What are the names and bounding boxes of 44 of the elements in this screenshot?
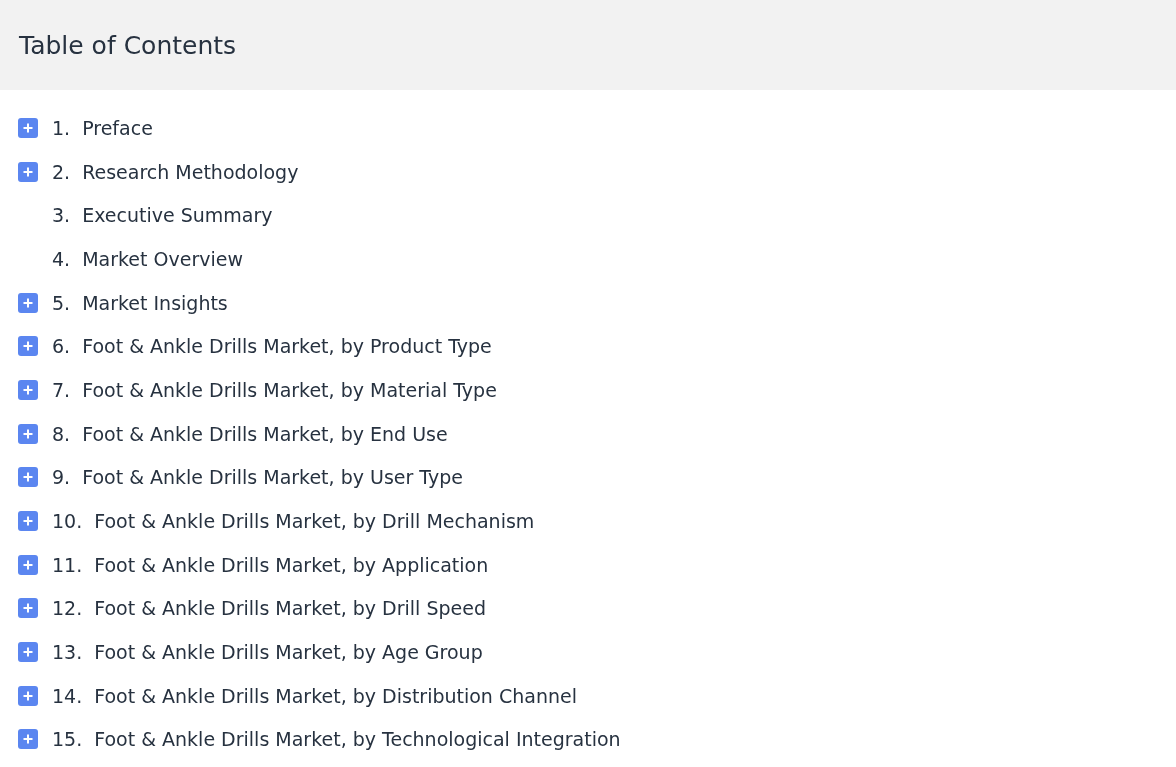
section-number: 5.	[52, 291, 71, 314]
section-link[interactable]: Market Overview	[82, 247, 243, 270]
section-number: 3.	[52, 204, 71, 227]
section-number: 6.	[52, 335, 71, 358]
section-link[interactable]: Foot & Ankle Drills Market, by Technological Integration	[94, 728, 621, 751]
section-number: 10.	[52, 510, 83, 533]
expand-icon[interactable]	[18, 467, 38, 488]
section-number: 9.	[52, 466, 71, 489]
expand-icon[interactable]	[18, 642, 38, 663]
expand-icon[interactable]	[18, 423, 38, 444]
section-link[interactable]: Foot & Ankle Drills Market, by Drill Mechanism	[94, 510, 535, 533]
expand-icon[interactable]	[18, 729, 38, 750]
section-number: 12.	[52, 597, 83, 620]
section-link[interactable]: Foot & Ankle Drills Market, by Application	[94, 553, 489, 576]
section-number: 8.	[52, 422, 71, 445]
section-number: 11.	[52, 553, 83, 576]
section-link[interactable]: Foot & Ankle Drills Market, by Distribution Channel	[94, 684, 577, 707]
section-number: 7.	[52, 378, 71, 401]
section-link[interactable]: Executive Summary	[82, 204, 273, 227]
section-link[interactable]: Market Insights	[82, 291, 228, 314]
section-number: 13.	[52, 641, 83, 664]
section-number: 4.	[52, 247, 71, 270]
section-number: 1.	[52, 116, 71, 139]
page-title: Table of Contents	[19, 30, 237, 60]
expand-icon[interactable]	[18, 379, 38, 400]
expand-icon[interactable]	[18, 161, 38, 182]
section-link[interactable]: Preface	[82, 116, 153, 139]
section-link[interactable]: Foot & Ankle Drills Market, by Drill Speed	[94, 597, 486, 620]
section-link[interactable]: Foot & Ankle Drills Market, by Product Type	[82, 335, 492, 358]
section-link[interactable]: Foot & Ankle Drills Market, by End Use	[82, 422, 448, 445]
expand-icon[interactable]	[18, 117, 38, 138]
expand-icon[interactable]	[18, 554, 38, 575]
expand-icon[interactable]	[18, 685, 38, 706]
expand-icon[interactable]	[18, 292, 38, 313]
section-number: 2.	[52, 160, 71, 183]
expand-icon[interactable]	[18, 336, 38, 357]
expand-icon[interactable]	[18, 511, 38, 532]
section-link[interactable]: Foot & Ankle Drills Market, by Age Group	[94, 641, 483, 664]
section-link[interactable]: Research Methodology	[82, 160, 299, 183]
section-number: 15.	[52, 728, 83, 751]
expand-icon[interactable]	[18, 598, 38, 619]
section-number: 14.	[52, 684, 83, 707]
section-link[interactable]: Foot & Ankle Drills Market, by Material Type	[82, 378, 497, 401]
section-link[interactable]: Foot & Ankle Drills Market, by User Type	[82, 466, 463, 489]
